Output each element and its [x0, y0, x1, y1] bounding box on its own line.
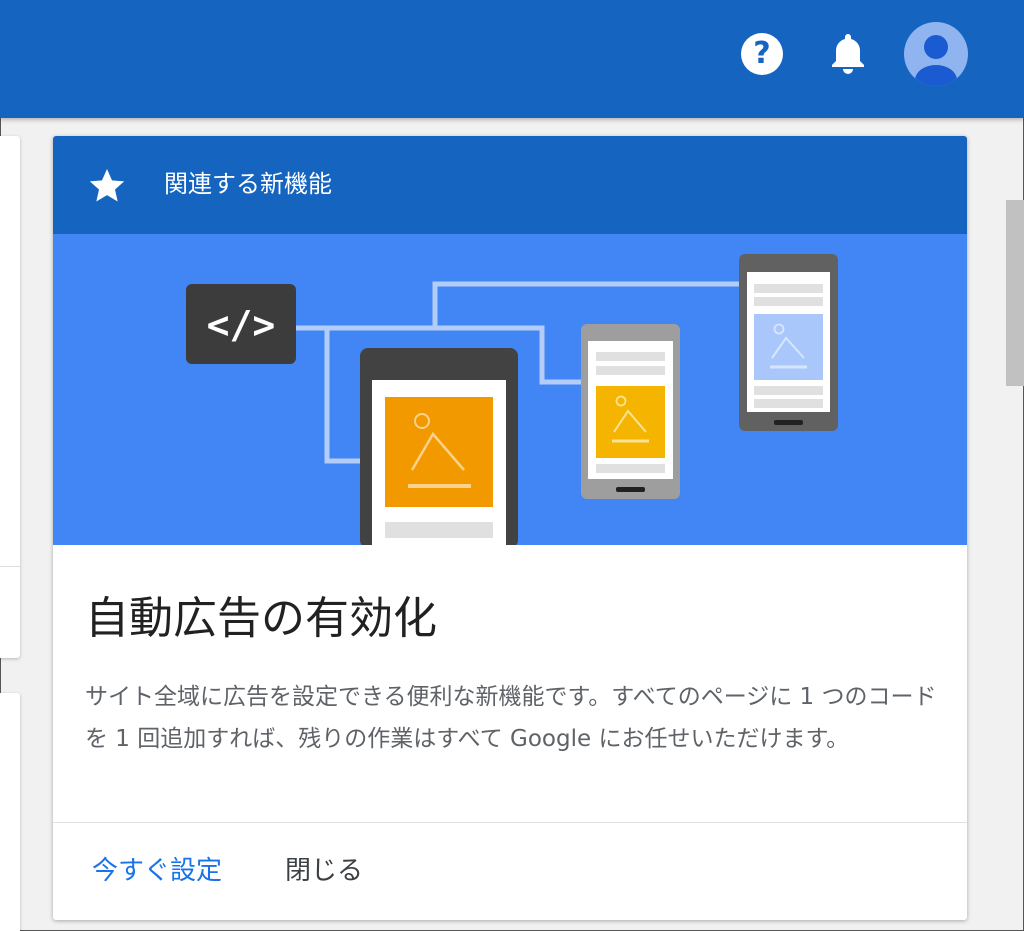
bell-icon[interactable] — [828, 32, 868, 76]
scrollbar-thumb[interactable] — [1006, 200, 1024, 386]
setup-now-button[interactable]: 今すぐ設定 — [84, 846, 230, 896]
account-avatar-icon[interactable] — [904, 22, 968, 86]
top-app-bar: ? — [0, 0, 1024, 118]
phone-small — [739, 254, 838, 431]
help-icon[interactable]: ? — [741, 33, 783, 75]
close-button[interactable]: 閉じる — [277, 846, 371, 896]
card-divider — [53, 822, 967, 823]
left-side-panel-lower — [0, 693, 20, 931]
card-header: 関連する新機能 — [53, 136, 967, 234]
card-description: サイト全域に広告を設定できる便利な新機能です。すべてのページに 1 つのコードを… — [85, 684, 937, 752]
card-header-label: 関連する新機能 — [164, 170, 332, 198]
code-glyph: </> — [207, 303, 276, 347]
left-side-panel — [0, 136, 20, 658]
feature-illustration: </> — [53, 234, 967, 550]
star-icon — [89, 169, 125, 202]
phone-medium — [581, 324, 680, 499]
phone-large — [360, 348, 518, 550]
feature-card: 関連する新機能 </> 自動広告の有効化 サイト全域に広告を設定できる便利な新機… — [53, 136, 967, 920]
help-glyph: ? — [753, 36, 771, 71]
card-title: 自動広告の有効化 — [85, 593, 437, 644]
